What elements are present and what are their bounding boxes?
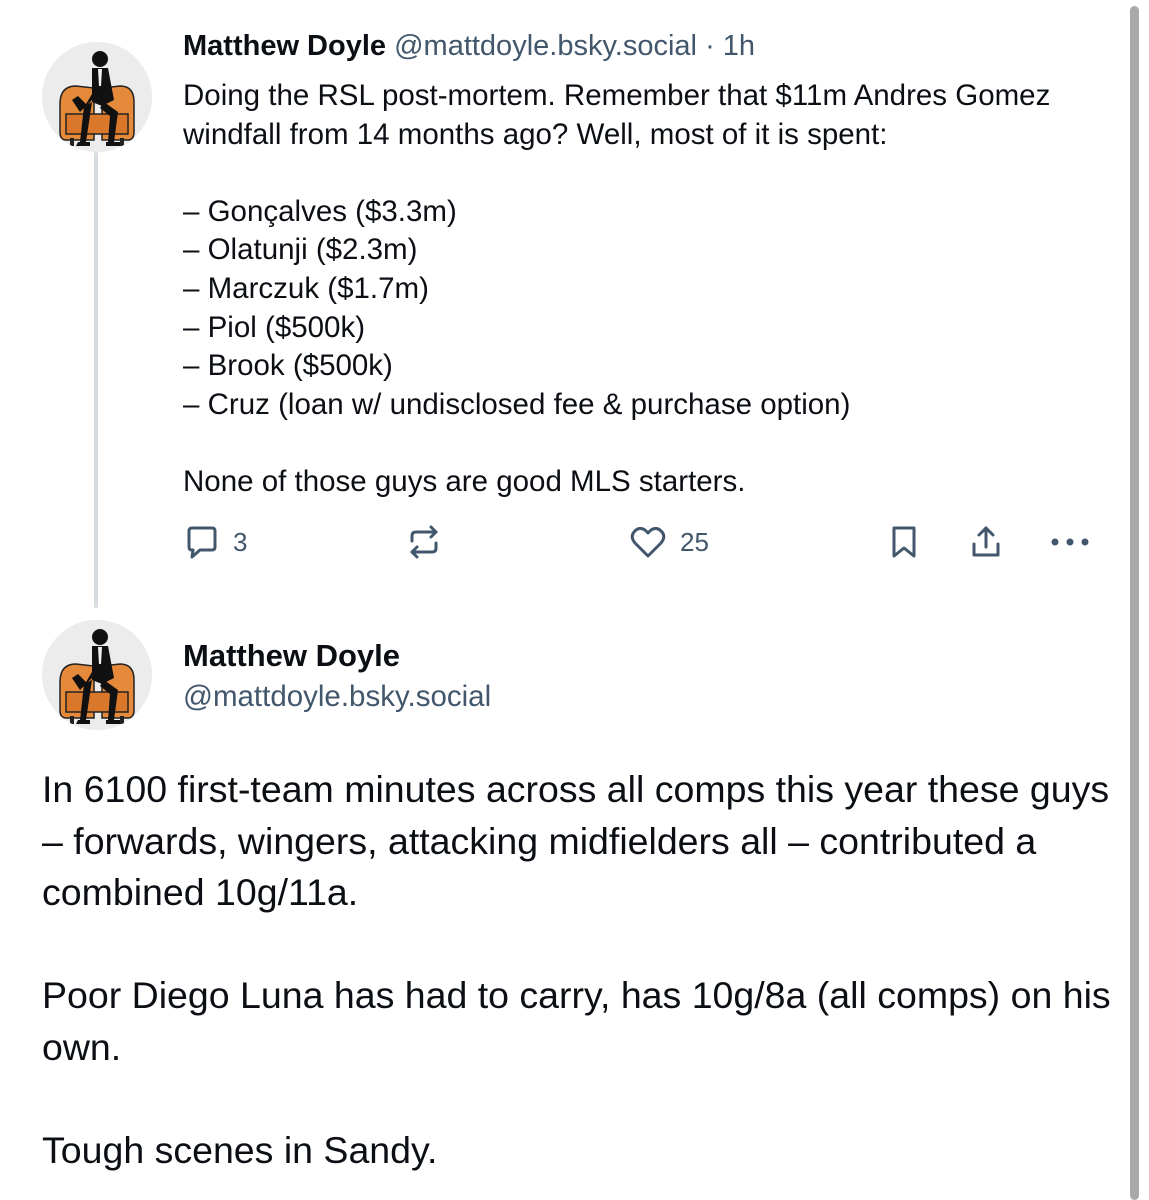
more-options-button[interactable]: [1048, 520, 1092, 564]
avatar-image: [42, 42, 152, 152]
author-name[interactable]: Matthew Doyle: [183, 30, 386, 62]
share-button[interactable]: [966, 520, 1006, 564]
repost-arrows-icon: [410, 525, 438, 559]
avatar-image: [42, 620, 152, 730]
speech-bubble-icon: [187, 526, 217, 559]
avatar[interactable]: [42, 42, 152, 152]
like-count: 25: [680, 526, 709, 557]
author-handle[interactable]: @mattdoyle.bsky.social: [394, 30, 697, 62]
post-body: In 6100 first-team minutes across all co…: [42, 764, 1122, 1176]
list-item: – Brook ($500k): [183, 349, 393, 383]
list-item: – Gonçalves ($3.3m): [183, 194, 457, 228]
list-item: – Cruz (loan w/ undisclosed fee & purcha…: [183, 387, 851, 421]
post-closing: None of those guys are good MLS starters…: [183, 464, 746, 498]
list-item: – Marczuk ($1.7m): [183, 271, 429, 305]
avatar[interactable]: [42, 620, 152, 730]
list-item: – Olatunji ($2.3m): [183, 233, 418, 267]
post-paragraph: In 6100 first-team minutes across all co…: [42, 768, 1110, 913]
post-paragraph: Doing the RSL post-mortem. Remember that…: [183, 79, 1051, 151]
post-body: Doing the RSL post-mortem. Remember that…: [183, 77, 1113, 502]
post-header: Matthew Doyle @mattdoyle.bsky.social · 1…: [183, 28, 755, 64]
ellipsis-icon: [1051, 538, 1089, 546]
post-paragraph: Poor Diego Luna has had to carry, has 10…: [42, 974, 1111, 1068]
bookmark-button[interactable]: [885, 520, 923, 564]
author-name[interactable]: Matthew Doyle: [183, 636, 400, 676]
post-timestamp[interactable]: 1h: [723, 30, 755, 62]
share-upload-icon: [972, 526, 1000, 557]
bookmark-icon: [892, 526, 916, 558]
list-item: – Piol ($500k): [183, 310, 366, 344]
reply-button[interactable]: 3: [183, 520, 247, 564]
header-separator: ·: [705, 30, 715, 62]
post-paragraph: Tough scenes in Sandy.: [42, 1128, 438, 1171]
author-handle[interactable]: @mattdoyle.bsky.social: [183, 678, 491, 716]
like-button[interactable]: 25: [628, 520, 709, 564]
repost-button[interactable]: [404, 520, 444, 564]
heart-icon: [630, 526, 666, 558]
post-actions: 3 25: [0, 520, 1120, 564]
scrollbar[interactable]: [1130, 6, 1139, 1200]
reply-count: 3: [233, 526, 248, 557]
